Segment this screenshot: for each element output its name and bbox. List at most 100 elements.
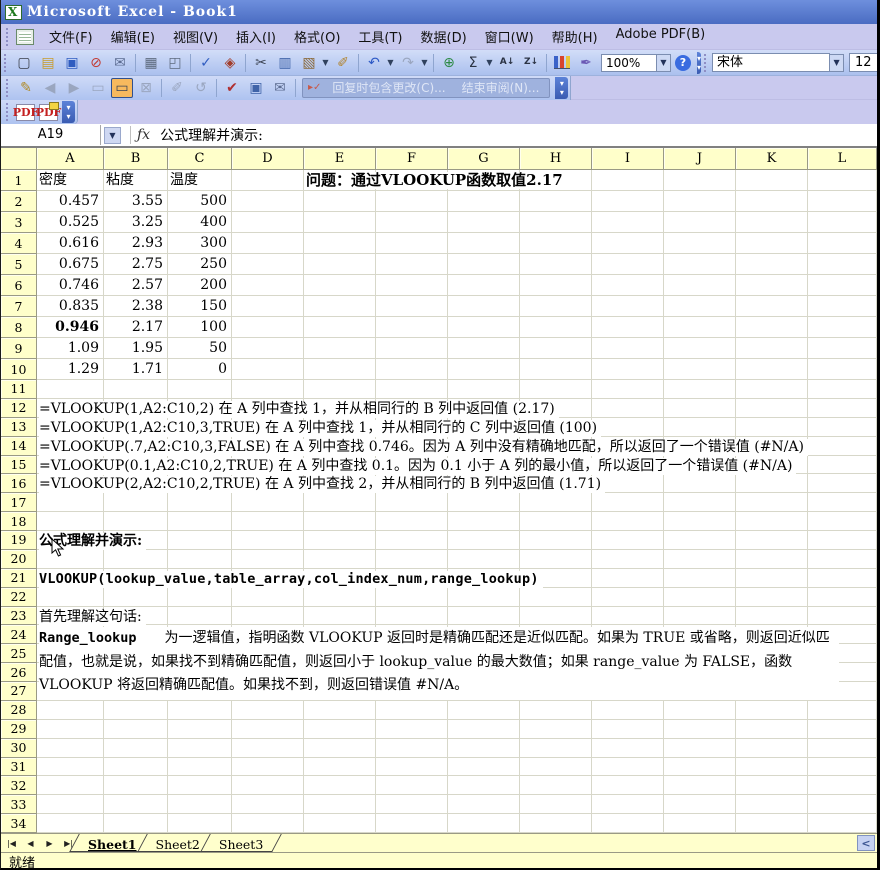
redo-button[interactable]: ↷ (397, 53, 419, 73)
row-header-1[interactable]: 1 (1, 170, 37, 191)
open-button[interactable]: ▤ (37, 53, 59, 73)
chart-wizard-button[interactable] (551, 53, 573, 73)
row-header-26[interactable]: 26 (1, 663, 37, 682)
column-header-H[interactable]: H (520, 148, 592, 170)
cell-data[interactable]: 500 (170, 193, 227, 210)
row-header-25[interactable]: 25 (1, 644, 37, 663)
menu-item-insert[interactable]: 插入(I) (227, 24, 285, 49)
row-header-2[interactable]: 2 (1, 191, 37, 212)
undo-button[interactable]: ↶ (363, 53, 385, 73)
research-button[interactable]: ◈ (219, 53, 241, 73)
menu-item-data[interactable]: 数据(D) (412, 24, 476, 49)
cell-note-row-23[interactable]: 首先理解这句话: (39, 609, 146, 626)
row-header-34[interactable]: 34 (1, 814, 37, 833)
menu-item-adobe-pdf[interactable]: Adobe PDF(B) (607, 24, 715, 49)
cell-data[interactable]: 1.71 (106, 361, 163, 378)
row-header-15[interactable]: 15 (1, 456, 37, 475)
row-header-18[interactable]: 18 (1, 512, 37, 531)
cell-data[interactable]: 2.93 (106, 235, 163, 252)
print-button[interactable]: ▦ (140, 53, 162, 73)
cell-data[interactable]: 0.457 (39, 193, 99, 210)
convert-to-pdf-button[interactable]: PDF (16, 104, 35, 121)
row-header-3[interactable]: 3 (1, 212, 37, 233)
row-header-16[interactable]: 16 (1, 474, 37, 493)
cell-data[interactable]: 1.29 (39, 361, 99, 378)
cell-note-row-15[interactable]: =VLOOKUP(0.1,A2:C10,2,TRUE) 在 A 列中查找 0.1… (39, 458, 796, 475)
row-header-10[interactable]: 10 (1, 359, 37, 380)
permission-button[interactable]: ⊘ (85, 53, 107, 73)
menu-item-view[interactable]: 视图(V) (164, 24, 227, 49)
cell-header-密度[interactable]: 密度 (39, 172, 67, 189)
sheet-tab-sheet3[interactable]: Sheet3 (205, 834, 277, 852)
cell-data[interactable]: 2.75 (106, 256, 163, 273)
sort-ascending-button[interactable]: A↓ (496, 53, 518, 73)
cell-data[interactable]: 400 (170, 214, 227, 231)
column-header-B[interactable]: B (104, 148, 168, 170)
row-header-22[interactable]: 22 (1, 588, 37, 607)
row-header-28[interactable]: 28 (1, 701, 37, 720)
previous-sheet-button[interactable]: ◀ (22, 836, 39, 851)
menu-item-file[interactable]: 文件(F) (40, 24, 102, 49)
reject-change-button[interactable]: ↺ (190, 78, 212, 98)
insert-hyperlink-button[interactable]: ⊕ (438, 53, 460, 73)
format-painter-button[interactable]: ✐ (332, 53, 354, 73)
autosum-dropdown-icon[interactable]: ▼ (485, 53, 494, 73)
highlight-changes-button[interactable]: ✐ (166, 78, 188, 98)
cell-data[interactable]: 250 (170, 256, 227, 273)
cell-data[interactable]: 2.57 (106, 277, 163, 294)
menubar-grip[interactable] (6, 28, 11, 46)
cell-data[interactable]: 2.17 (106, 319, 163, 336)
previous-comment-button[interactable]: ◀ (39, 78, 61, 98)
cell-data[interactable]: 0.835 (39, 298, 99, 315)
cell-data[interactable]: 0.525 (39, 214, 99, 231)
new-file-button[interactable]: ▢ (13, 53, 35, 73)
menu-item-format[interactable]: 格式(O) (285, 24, 349, 49)
menu-item-tools[interactable]: 工具(T) (349, 24, 411, 49)
row-header-33[interactable]: 33 (1, 795, 37, 814)
formatting-toolbar-grip[interactable] (704, 54, 709, 72)
menu-item-help[interactable]: 帮助(H) (543, 24, 607, 49)
attach-file-button[interactable]: ✉ (269, 78, 291, 98)
row-header-5[interactable]: 5 (1, 254, 37, 275)
adobe-toolbar-options-chevron[interactable]: ▾▾ (62, 101, 75, 123)
drawing-button[interactable]: ✒ (575, 53, 597, 73)
font-name-dropdown-icon[interactable]: ▼ (830, 54, 844, 72)
cell-grid[interactable]: 密度粘度温度0.4573.555000.5253.254000.6162.933… (37, 170, 877, 833)
row-header-27[interactable]: 27 (1, 682, 37, 701)
cell-data[interactable]: 150 (170, 298, 227, 315)
column-header-C[interactable]: C (168, 148, 232, 170)
reply-with-changes-button[interactable]: 回复时包含更改(C)... (324, 78, 453, 97)
save-button[interactable]: ▣ (61, 53, 83, 73)
insert-function-icon[interactable]: ƒx (137, 127, 150, 143)
row-header-9[interactable]: 9 (1, 338, 37, 359)
cell-data[interactable]: 3.55 (106, 193, 163, 210)
row-header-12[interactable]: 12 (1, 399, 37, 418)
help-button[interactable]: ? (675, 55, 691, 71)
cell-data[interactable]: 3.25 (106, 214, 163, 231)
cell-data[interactable]: 100 (170, 319, 227, 336)
column-header-K[interactable]: K (736, 148, 808, 170)
convert-to-pdf-and-email-button[interactable]: PDF (39, 104, 58, 121)
row-header-32[interactable]: 32 (1, 776, 37, 795)
cell-question-title[interactable]: 问题：通过VLOOKUP函数取值2.17 (306, 172, 567, 189)
cell-paragraph-range-lookup[interactable]: Range_lookup 为一逻辑值，指明函数 VLOOKUP 返回时是精确匹配… (39, 627, 839, 700)
cell-data[interactable]: 1.09 (39, 340, 99, 357)
name-box[interactable]: A19 (1, 125, 101, 145)
column-header-G[interactable]: G (448, 148, 520, 170)
zoom-dropdown-icon[interactable]: ▼ (657, 54, 671, 72)
cell-note-row-21[interactable]: VLOOKUP(lookup_value,table_array,col_ind… (39, 571, 543, 588)
row-header-19[interactable]: 19 (1, 531, 37, 550)
cell-data[interactable]: 2.38 (106, 298, 163, 315)
merge-workbooks-button[interactable]: ▣ (245, 78, 267, 98)
paste-dropdown-icon[interactable]: ▼ (321, 53, 330, 73)
font-size-combobox[interactable]: 12 (849, 53, 880, 72)
edit-comment-button[interactable]: ✎ (15, 78, 37, 98)
reviewing-toolbar-grip[interactable] (6, 79, 11, 97)
select-all-corner[interactable] (1, 148, 37, 170)
copy-button[interactable]: ▥ (274, 53, 296, 73)
spelling-button[interactable]: ✓ (195, 53, 217, 73)
redo-dropdown-icon[interactable]: ▼ (420, 53, 429, 73)
column-header-D[interactable]: D (232, 148, 304, 170)
mail-recipient-button[interactable]: ✉ (109, 53, 131, 73)
column-header-A[interactable]: A (37, 148, 104, 170)
